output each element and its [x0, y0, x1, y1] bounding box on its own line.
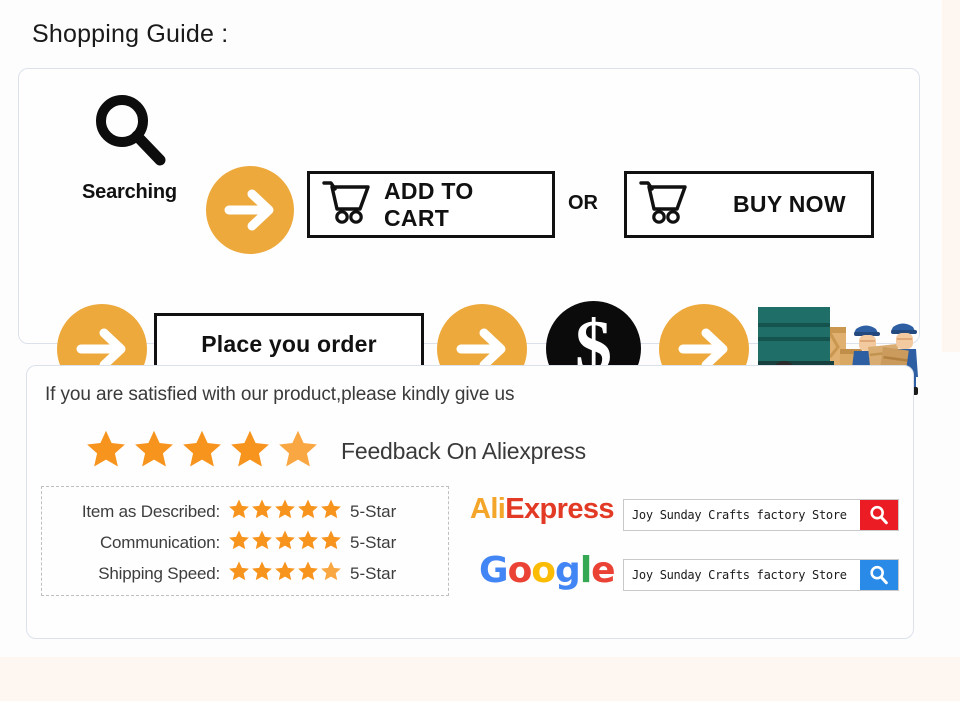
- aliexpress-logo: AliExpress: [470, 493, 615, 526]
- star-icon: [274, 560, 296, 587]
- star-icon: [320, 529, 342, 556]
- google-logo-letter: g: [555, 550, 581, 591]
- star-icon: [320, 498, 342, 525]
- magnifier-icon: [52, 88, 207, 179]
- rating-label: Shipping Speed:: [98, 563, 220, 583]
- star-icon: [228, 529, 250, 556]
- star-icon: [133, 428, 175, 475]
- star-icon: [85, 428, 127, 475]
- star-icon: [274, 529, 296, 556]
- google-store-search-input[interactable]: Joy Sunday Crafts factory Store: [624, 560, 860, 590]
- google-logo-letter: o: [507, 550, 533, 591]
- rating-row: Communication: 5-Star: [52, 527, 438, 558]
- feedback-intro-text: If you are satisfied with our product,pl…: [45, 384, 515, 405]
- place-order-label: Place you order: [201, 330, 377, 357]
- decorative-strip-bottom: [0, 657, 960, 701]
- decorative-strip-right: [942, 0, 960, 352]
- rating-label: Communication:: [99, 532, 220, 552]
- rating-stars: [228, 529, 343, 556]
- rating-label: Item as Described:: [81, 501, 220, 521]
- feedback-headline: Feedback On Aliexpress: [341, 438, 586, 464]
- rating-stars: [228, 560, 343, 587]
- rating-value: 5-Star: [350, 563, 397, 583]
- star-icon: [228, 560, 250, 587]
- page-root: Shopping Guide : Searching ADD TO CART O…: [0, 0, 960, 701]
- add-to-cart-label: ADD TO CART: [384, 177, 474, 231]
- star-icon: [251, 560, 273, 587]
- google-logo-letter: o: [531, 550, 556, 591]
- rating-stars: [228, 498, 343, 525]
- star-icon: [251, 498, 273, 525]
- star-icon: [297, 560, 319, 587]
- rating-row: Shipping Speed: 5-Star: [52, 558, 438, 589]
- or-separator-label: OR: [568, 192, 598, 214]
- detailed-ratings-box: Item as Described: 5-Star Communication:: [41, 486, 449, 596]
- search-icon[interactable]: [860, 560, 898, 590]
- aliexpress-logo-part-2: Express: [505, 493, 614, 525]
- star-icon: [320, 560, 342, 587]
- google-logo-letter: e: [591, 550, 615, 591]
- searching-label: Searching: [82, 181, 177, 203]
- rating-value: 5-Star: [350, 532, 397, 552]
- shopping-guide-card: Searching ADD TO CART OR BUY NOW Place y…: [18, 68, 920, 396]
- aliexpress-store-search-input[interactable]: Joy Sunday Crafts factory Store: [624, 500, 860, 530]
- arrow-right-icon: [206, 166, 294, 254]
- feedback-star-row: Feedback On Aliexpress: [85, 428, 586, 475]
- google-logo-letter: G: [479, 550, 509, 591]
- buy-now-button[interactable]: BUY NOW: [624, 171, 874, 238]
- star-icon: [297, 498, 319, 525]
- star-icon: [277, 428, 319, 475]
- star-icon: [297, 529, 319, 556]
- google-logo: Google: [479, 550, 616, 591]
- shopping-cart-icon: [322, 179, 372, 230]
- feedback-card: If you are satisfied with our product,pl…: [26, 365, 914, 639]
- star-icon: [228, 498, 250, 525]
- google-store-search[interactable]: Joy Sunday Crafts factory Store: [623, 559, 899, 591]
- aliexpress-logo-part-1: Ali: [470, 493, 506, 525]
- rating-row: Item as Described: 5-Star: [52, 496, 438, 527]
- aliexpress-store-search[interactable]: Joy Sunday Crafts factory Store: [623, 499, 899, 531]
- add-to-cart-button[interactable]: ADD TO CART: [307, 171, 555, 238]
- buy-now-label: BUY NOW: [733, 191, 846, 217]
- shopping-cart-icon: [639, 179, 689, 230]
- page-title: Shopping Guide :: [32, 20, 229, 48]
- star-icon: [229, 428, 271, 475]
- rating-value: 5-Star: [350, 501, 397, 521]
- searching-step: Searching: [52, 88, 207, 204]
- search-icon[interactable]: [860, 500, 898, 530]
- star-icon: [251, 529, 273, 556]
- star-icon: [181, 428, 223, 475]
- google-logo-letter: l: [579, 550, 592, 591]
- star-icon: [274, 498, 296, 525]
